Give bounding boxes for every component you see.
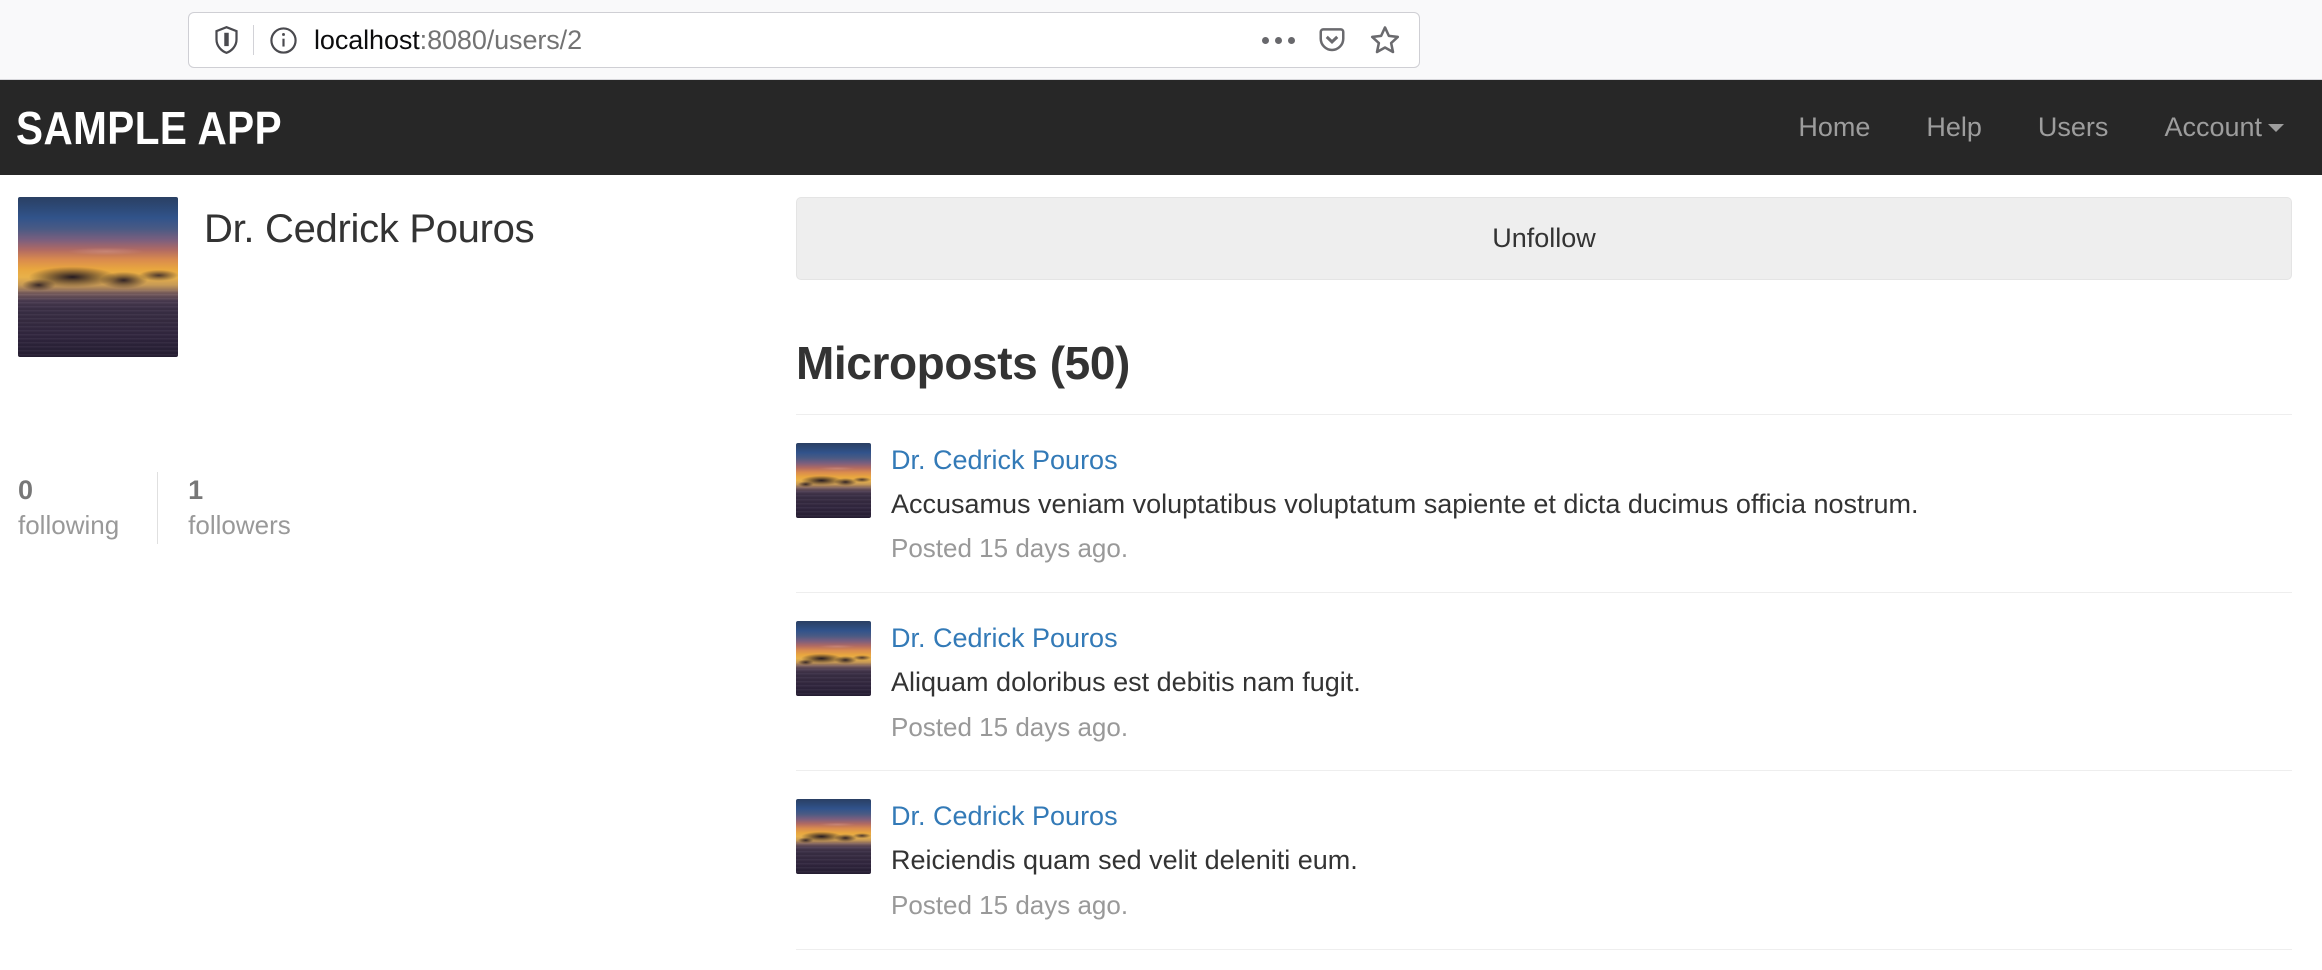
page-body: Dr. Cedrick Pouros 0 following 1 followe…: [0, 175, 2322, 970]
nav-link-home[interactable]: Home: [1770, 112, 1898, 143]
pocket-icon[interactable]: [1317, 25, 1347, 55]
gravatar-image: [796, 799, 871, 875]
micropost-content: Reiciendis quam sed velit deleniti eum.: [891, 845, 1358, 876]
star-icon[interactable]: [1369, 24, 1401, 56]
micropost-user-link[interactable]: Dr. Cedrick Pouros: [891, 445, 1118, 476]
micropost-timestamp: Posted 15 days ago.: [891, 889, 1129, 920]
micropost-timestamp: Posted 15 days ago.: [891, 533, 1129, 564]
nav-links: Home Help Users Account: [1770, 112, 2294, 143]
list-item: Dr. Cedrick Pouros Accusamus veniam volu…: [796, 414, 2292, 592]
url-bar-left-icons: [209, 25, 314, 55]
unfollow-button[interactable]: Unfollow: [796, 197, 2292, 280]
micropost-body: Dr. Cedrick Pouros Aliquam doloribus est…: [891, 621, 2292, 744]
micropost-avatar: [796, 799, 871, 875]
gravatar-image: [796, 443, 871, 518]
microposts-heading: Microposts (50): [796, 337, 1130, 389]
micropost-avatar: [796, 621, 871, 697]
micropost-body: Dr. Cedrick Pouros Reiciendis quam sed v…: [891, 799, 2292, 922]
micropost-user-link[interactable]: Dr. Cedrick Pouros: [891, 801, 1118, 832]
microposts-list: Dr. Cedrick Pouros Accusamus veniam volu…: [796, 414, 2292, 970]
micropost-avatar: [796, 443, 871, 518]
micropost-body: Dr. Cedrick Pouros Accusamus veniam volu…: [891, 443, 2292, 566]
gravatar-image: [796, 621, 871, 697]
nav-link-help[interactable]: Help: [1898, 112, 2010, 143]
app-brand-logo[interactable]: Sample App: [16, 101, 282, 155]
list-item: Dr. Cedrick Pouros Praesentium magni ab …: [796, 948, 2292, 970]
url-text[interactable]: localhost:8080/users/2: [314, 25, 1262, 56]
stat-following[interactable]: 0 following: [18, 472, 157, 544]
nav-link-account[interactable]: Account: [2136, 112, 2294, 143]
app-navbar: Sample App Home Help Users Account: [0, 80, 2322, 175]
nav-link-home-label: Home: [1798, 112, 1871, 142]
stat-following-count: 0: [18, 475, 34, 505]
url-path: :8080/users/2: [419, 24, 582, 55]
micropost-content: Aliquam doloribus est debitis nam fugit.: [891, 667, 1361, 698]
stat-followers-label: followers: [188, 510, 291, 541]
stat-followers-count: 1: [188, 475, 204, 505]
list-item: Dr. Cedrick Pouros Aliquam doloribus est…: [796, 592, 2292, 770]
info-icon[interactable]: [266, 26, 300, 55]
chevron-down-icon: [2268, 123, 2284, 132]
nav-link-users[interactable]: Users: [2010, 112, 2137, 143]
micropost-timestamp: Posted 15 days ago.: [891, 711, 1129, 742]
ellipsis-icon[interactable]: [1262, 36, 1295, 44]
micropost-content: Accusamus veniam voluptatibus voluptatum…: [891, 489, 1919, 519]
page-title: Dr. Cedrick Pouros: [204, 207, 535, 251]
url-host: localhost: [314, 24, 420, 55]
user-header: Dr. Cedrick Pouros: [18, 197, 776, 357]
stat-following-label: following: [18, 510, 120, 541]
list-item: Dr. Cedrick Pouros Reiciendis quam sed v…: [796, 770, 2292, 948]
gravatar-image: [18, 197, 178, 357]
micropost-user-link[interactable]: Dr. Cedrick Pouros: [891, 623, 1118, 654]
stat-followers[interactable]: 1 followers: [157, 472, 329, 544]
url-bar-divider: [253, 25, 254, 55]
nav-link-account-label: Account: [2164, 112, 2262, 142]
avatar: [18, 197, 178, 357]
url-bar-right-icons: [1262, 24, 1401, 56]
url-bar[interactable]: localhost:8080/users/2: [188, 12, 1420, 68]
browser-chrome: localhost:8080/users/2: [0, 0, 2322, 80]
user-sidebar: Dr. Cedrick Pouros 0 following 1 followe…: [0, 197, 796, 970]
user-stats: 0 following 1 followers: [18, 472, 776, 544]
shield-icon[interactable]: [209, 25, 243, 55]
main-content: Unfollow Microposts (50) Dr. Cedrick Pou…: [796, 197, 2322, 970]
nav-link-users-label: Users: [2037, 112, 2109, 142]
nav-link-help-label: Help: [1926, 112, 1982, 142]
